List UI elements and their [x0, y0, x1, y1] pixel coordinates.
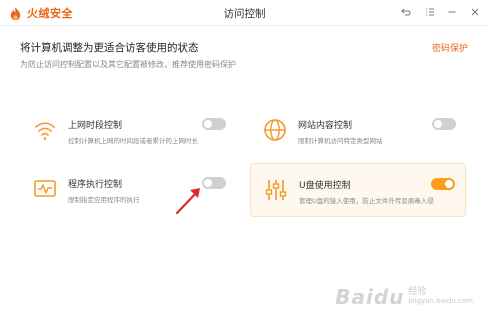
card-title: U盘使用控制: [299, 181, 351, 191]
website-content-toggle[interactable]: [432, 118, 456, 130]
menu-button[interactable]: [422, 4, 438, 20]
title-bar: 火绒安全 访问控制: [0, 0, 489, 26]
card-description: 控制计算机上网的时间段或者累计的上网时长: [68, 137, 198, 145]
page-subtitle: 为防止访问控制配置以及其它配置被修改，推荐使用密码保护: [20, 60, 236, 69]
back-arrow-icon: [401, 8, 411, 16]
toggle-knob: [445, 180, 453, 188]
internet-time-toggle[interactable]: [202, 118, 226, 130]
minimize-button[interactable]: [444, 4, 460, 20]
watermark: Baidu 经验 jingyan.baidu.com: [335, 285, 473, 309]
password-protect-link[interactable]: 密码保护: [432, 41, 468, 54]
window-title: 访问控制: [223, 8, 266, 20]
card-title: 程序执行控制: [68, 180, 123, 190]
globe-icon: [264, 119, 286, 141]
list-menu-icon: [426, 8, 434, 16]
annotation-arrow-icon: [175, 188, 200, 215]
back-button[interactable]: [398, 4, 414, 20]
card-title: 上网时段控制: [68, 121, 123, 131]
close-button[interactable]: [467, 4, 483, 20]
close-icon: [471, 8, 479, 16]
minimize-icon: [448, 11, 456, 13]
card-website-content-control: 网站内容控制 限制计算机访问特定类型网站: [250, 104, 466, 158]
usb-usage-toggle[interactable]: [431, 178, 455, 190]
card-usb-usage-control: U盘使用控制 管理U盘的接入使用，防止文件外传及病毒入侵: [250, 163, 466, 217]
card-description: 限制计算机访问特定类型网站: [298, 137, 383, 145]
toggle-knob: [204, 120, 212, 128]
watermark-brand: Baidu: [335, 285, 405, 309]
card-internet-time-control: 上网时段控制 控制计算机上网的时间段或者累计的上网时长: [20, 104, 236, 158]
page-title: 将计算机调整为更适合访客使用的状态: [20, 42, 199, 54]
wifi-icon: [35, 122, 55, 140]
sliders-icon: [265, 180, 287, 200]
watermark-url: jingyan.baidu.com: [408, 297, 473, 306]
card-description: 限制指定应用程序的执行: [68, 196, 140, 204]
program-monitor-icon: [34, 180, 56, 197]
card-description: 管理U盘的接入使用，防止文件外传及病毒入侵: [299, 197, 434, 205]
toggle-knob: [434, 120, 442, 128]
card-title: 网站内容控制: [298, 121, 353, 131]
